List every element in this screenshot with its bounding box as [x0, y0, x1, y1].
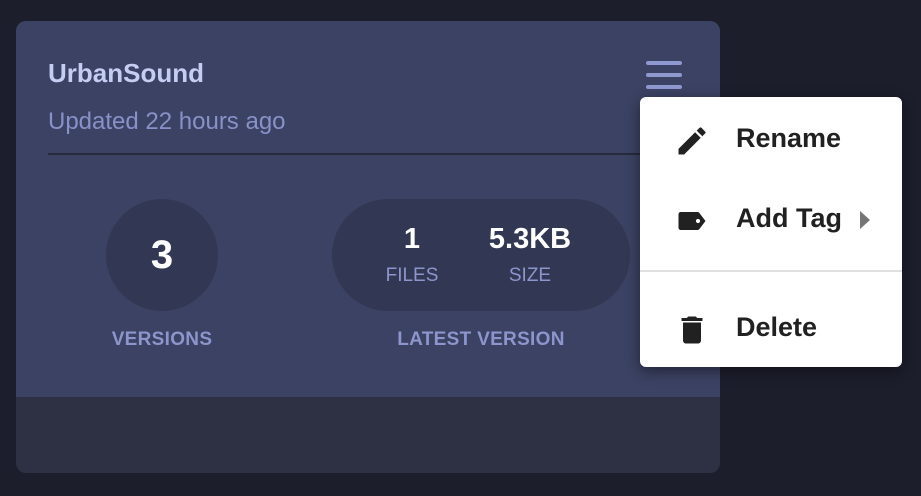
menu-divider: [640, 270, 902, 272]
updated-timestamp: Updated 22 hours ago: [48, 108, 286, 135]
hamburger-menu-icon[interactable]: [644, 60, 684, 90]
files-label: FILES: [385, 265, 439, 286]
menu-item-label: Rename: [736, 123, 842, 153]
menu-item-label: Delete: [736, 312, 818, 342]
card-divider: [48, 153, 688, 155]
menu-item-add-tag[interactable]: Add Tag: [640, 183, 902, 253]
versions-count-badge: 3: [106, 199, 218, 311]
dataset-card[interactable]: UrbanSound Updated 22 hours ago 3 VERSIO…: [16, 21, 720, 473]
versions-label: VERSIONS: [111, 329, 213, 350]
latest-version-label: LATEST VERSION: [397, 329, 565, 350]
versions-count: 3: [150, 232, 174, 277]
menu-item-rename[interactable]: Rename: [640, 103, 902, 173]
context-menu: Rename Add Tag Delete: [640, 97, 902, 367]
trash-icon: [681, 316, 703, 344]
pencil-icon: [678, 127, 706, 155]
dataset-title[interactable]: UrbanSound: [48, 58, 204, 89]
size-label: SIZE: [508, 265, 552, 286]
size-value: 5.3KB: [488, 223, 572, 255]
submenu-arrow-icon: [860, 211, 870, 229]
card-header-area: UrbanSound Updated 22 hours ago 3 VERSIO…: [16, 21, 720, 397]
files-count: 1: [403, 223, 421, 255]
tag-icon: [678, 212, 706, 230]
menu-item-delete[interactable]: Delete: [640, 292, 902, 362]
menu-item-label: Add Tag: [736, 203, 842, 233]
latest-version-stats: 1 FILES 5.3KB SIZE: [332, 199, 630, 311]
